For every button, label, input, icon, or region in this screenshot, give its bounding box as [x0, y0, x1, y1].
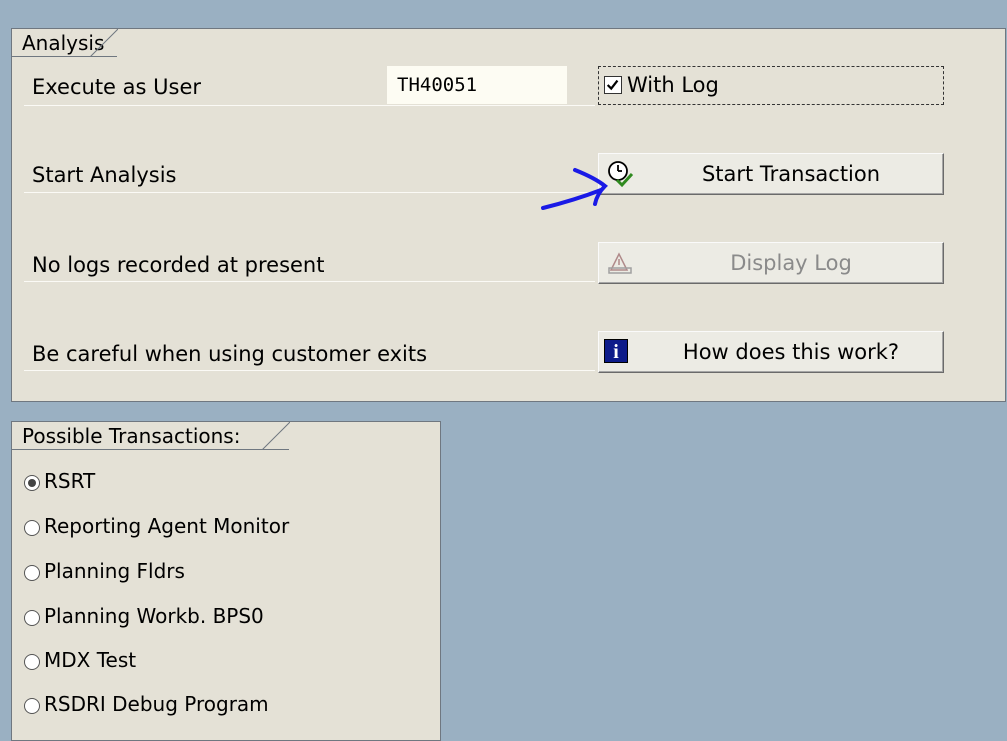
with-log-label: With Log — [627, 73, 719, 97]
transactions-title-text: Possible Transactions: — [22, 424, 241, 448]
checkbox-icon[interactable] — [604, 76, 622, 94]
logs-status-label: No logs recorded at present — [32, 253, 325, 277]
execute-user-input[interactable]: TH40051 — [387, 66, 567, 104]
analysis-group-title: Analysis — [12, 29, 118, 57]
option-label: MDX Test — [44, 648, 137, 672]
radio-button[interactable] — [24, 654, 40, 670]
row-divider — [24, 370, 595, 371]
radio-button[interactable] — [24, 565, 40, 581]
option-label: Planning Fldrs — [44, 559, 185, 583]
display-log-button[interactable]: Display Log — [598, 242, 944, 284]
start-transaction-label: Start Transaction — [701, 162, 881, 186]
with-log-checkbox[interactable]: With Log — [598, 66, 944, 105]
option-label: RSRT — [44, 469, 96, 493]
radio-button[interactable] — [24, 698, 40, 714]
display-log-label: Display Log — [730, 251, 852, 275]
option-label: Planning Workb. BPS0 — [44, 604, 264, 628]
log-icon — [608, 252, 632, 274]
group-tab-slash — [262, 422, 290, 450]
row-divider — [24, 192, 595, 193]
radio-button[interactable] — [24, 475, 40, 491]
row-divider — [24, 281, 595, 282]
start-transaction-button[interactable]: Start Transaction — [598, 153, 944, 195]
start-analysis-label: Start Analysis — [32, 163, 177, 187]
transactions-group-title: Possible Transactions: — [12, 422, 290, 450]
radio-button[interactable] — [24, 520, 40, 536]
radio-button[interactable] — [24, 610, 40, 626]
option-label: Reporting Agent Monitor — [44, 514, 290, 538]
blue-arrow-icon — [541, 168, 608, 210]
info-icon: i — [604, 339, 628, 363]
how-does-this-work-label: How does this work? — [682, 340, 900, 364]
option-label: RSDRI Debug Program — [44, 692, 269, 716]
customer-exits-warning: Be careful when using customer exits — [32, 342, 428, 366]
group-tab-slash — [90, 29, 118, 57]
how-does-this-work-button[interactable]: i How does this work? — [598, 331, 944, 373]
execute-as-user-label: Execute as User — [32, 75, 202, 99]
row-divider — [24, 105, 595, 106]
